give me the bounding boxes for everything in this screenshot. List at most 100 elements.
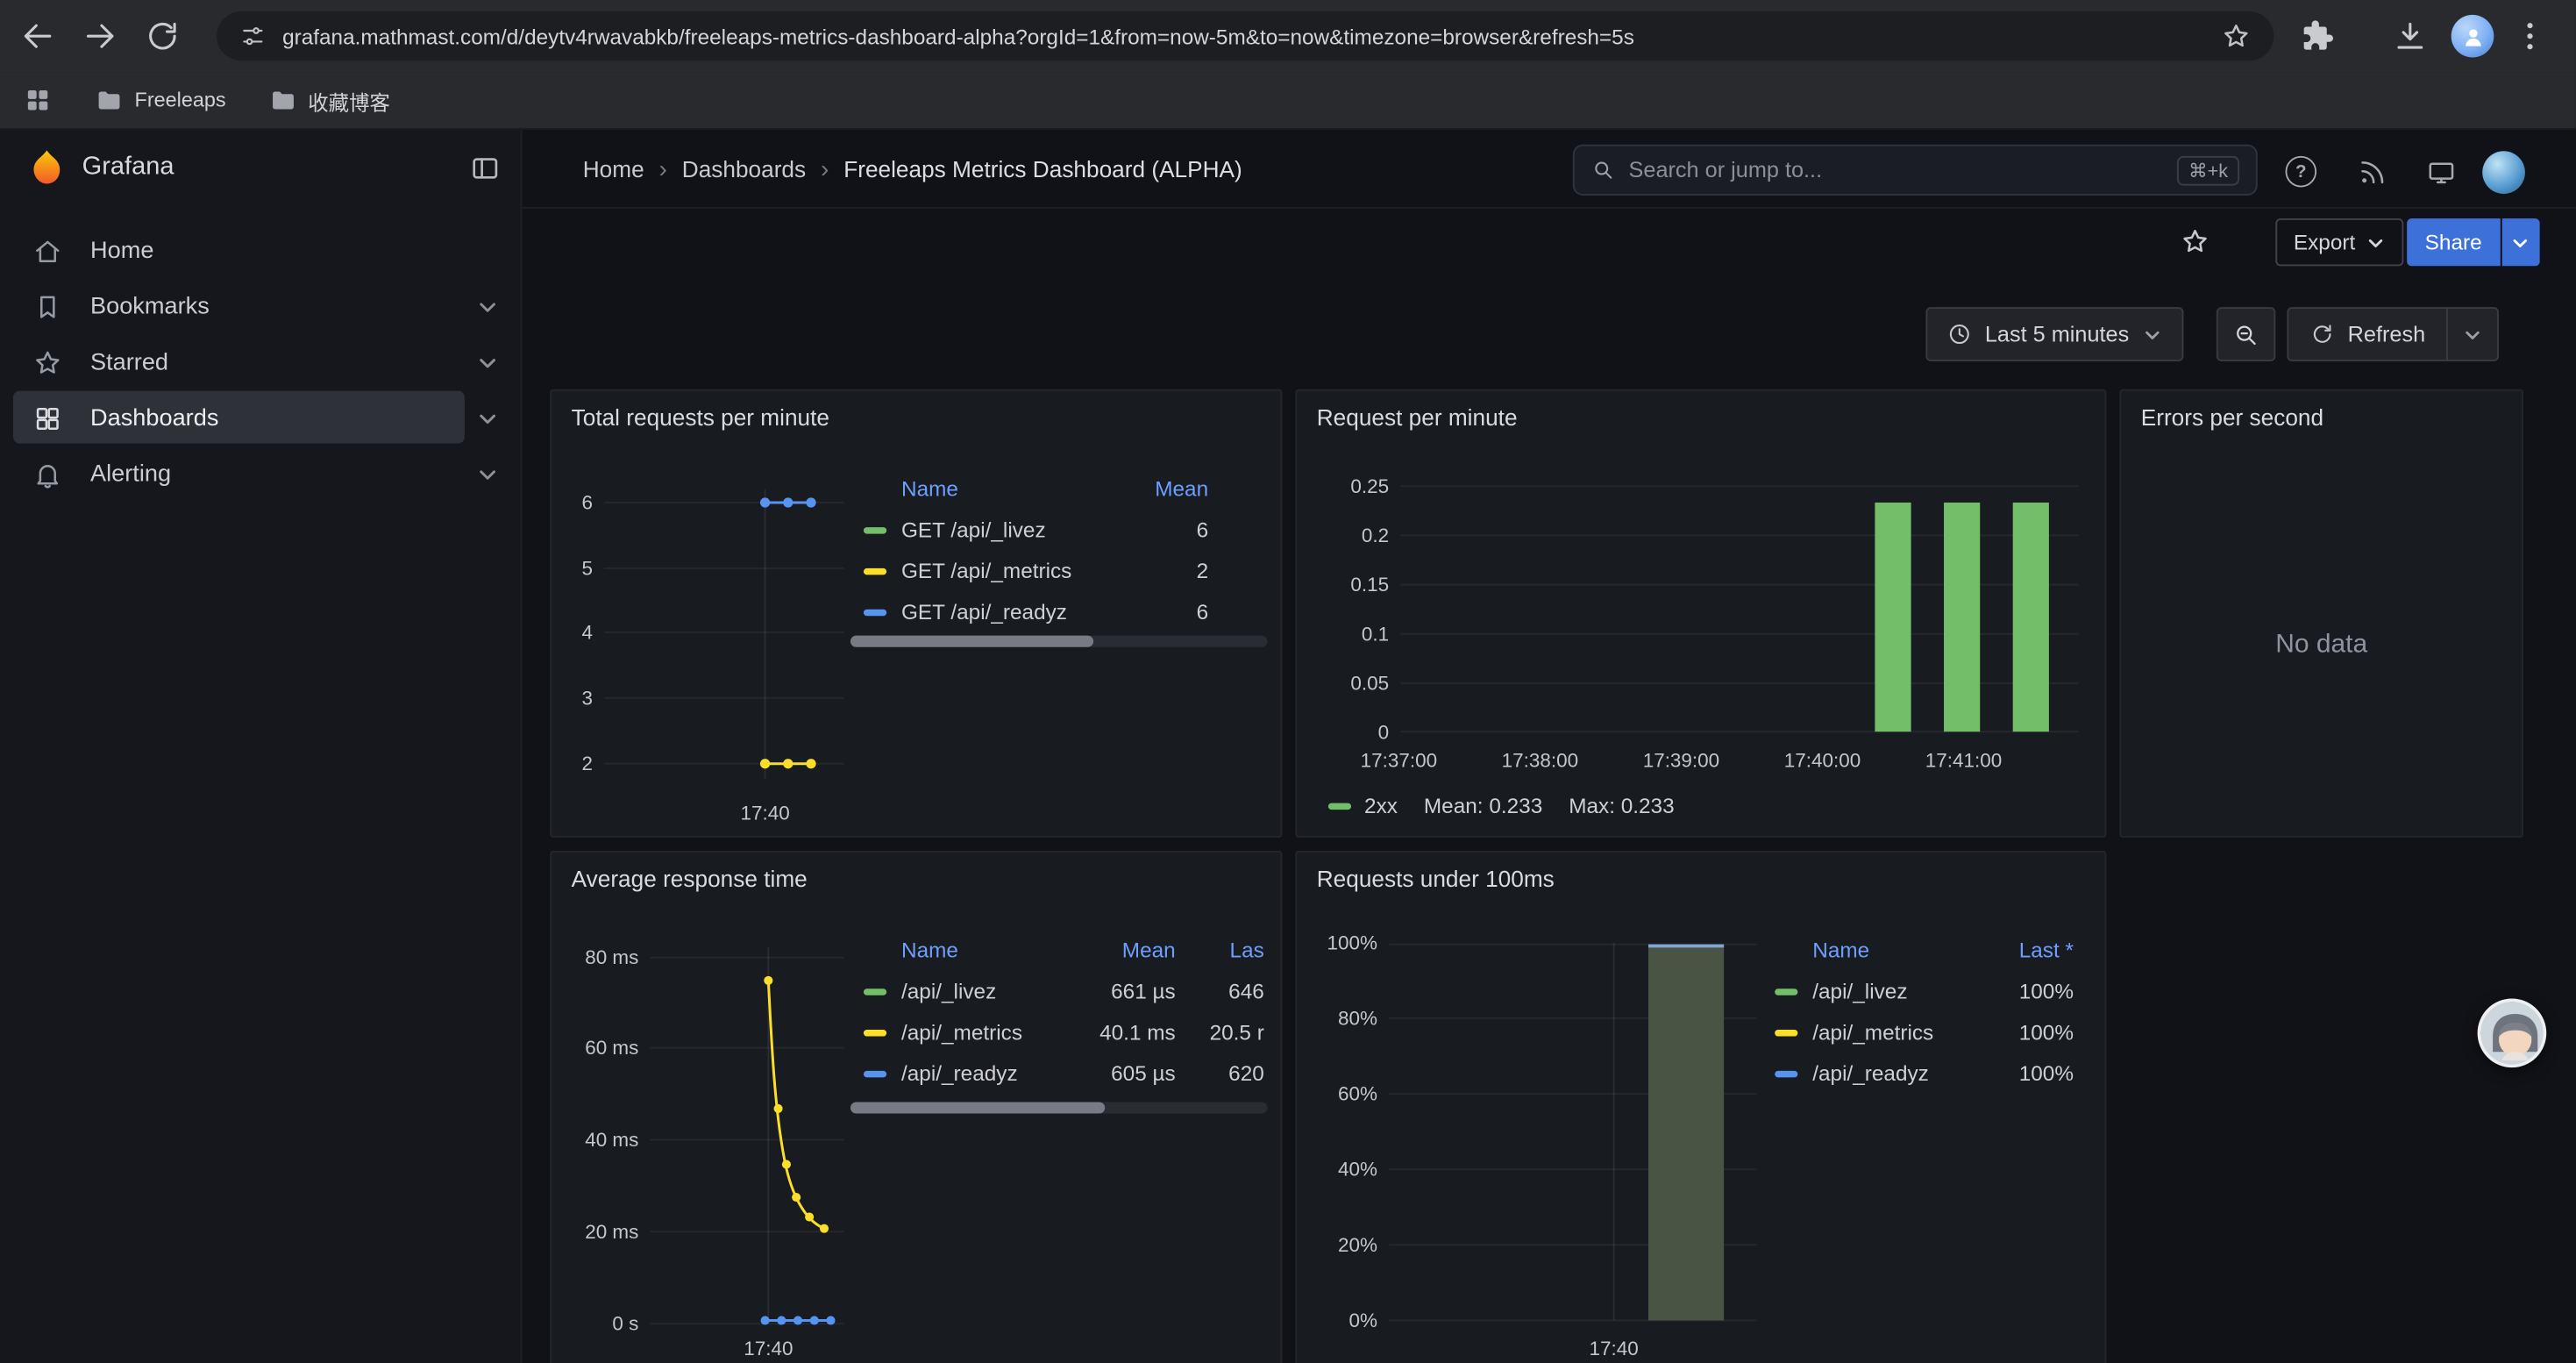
- x-tick: 17:40: [732, 802, 798, 824]
- y-tick: 60 ms: [551, 1037, 638, 1060]
- legend-row: /api/_livez 661 µs 646: [850, 971, 1268, 1012]
- chevron-down-icon[interactable]: [476, 296, 499, 318]
- brand-name: Grafana: [82, 153, 174, 182]
- browser-profile-avatar[interactable]: [2451, 15, 2494, 58]
- panel-under-100ms: Requests under 100ms 100% 80% 60% 40% 20…: [1295, 851, 2106, 1363]
- breadcrumb-dashboards[interactable]: Dashboards: [682, 156, 806, 182]
- url-input[interactable]: [282, 24, 2205, 48]
- legend-row: /api/_livez 100%: [1761, 971, 2087, 1012]
- series-swatch: [864, 988, 886, 994]
- legend-header-name[interactable]: Name: [901, 937, 1061, 961]
- extensions-icon[interactable]: [2299, 18, 2335, 54]
- sidebar-item-starred[interactable]: Starred: [0, 339, 522, 388]
- series-last: 100%: [1989, 1061, 2074, 1086]
- legend-row: /api/_readyz 100%: [1761, 1053, 2087, 1094]
- share-button[interactable]: Share: [2407, 218, 2539, 266]
- site-info-icon[interactable]: [239, 23, 266, 49]
- dock-menu-icon[interactable]: [470, 153, 502, 184]
- scrollbar-thumb[interactable]: [850, 636, 1093, 647]
- legend-header-mean[interactable]: Mean: [1061, 937, 1176, 961]
- search-bar[interactable]: ⌘+k: [1573, 145, 2258, 196]
- panel-legend: Name Mean Las /api/_livez 661 µs 646 /ap…: [850, 928, 1268, 1094]
- legend-row: GET /api/_metrics 2: [850, 550, 1268, 591]
- legend-header-name[interactable]: Name: [901, 475, 1093, 500]
- series-name[interactable]: /api/_readyz: [901, 1061, 1061, 1086]
- series-name[interactable]: GET /api/_metrics: [901, 559, 1093, 583]
- reload-icon[interactable]: [145, 18, 181, 54]
- y-tick: 0.1: [1297, 623, 1389, 646]
- downloads-icon[interactable]: [2392, 18, 2428, 54]
- sidebar-item-alerting[interactable]: Alerting: [0, 450, 522, 499]
- legend-scrollbar[interactable]: [850, 1102, 1268, 1113]
- x-tick: 17:40: [1573, 1337, 1655, 1359]
- series-name[interactable]: /api/_livez: [901, 979, 1061, 1003]
- scrollbar-thumb[interactable]: [850, 1102, 1105, 1113]
- folder-icon: [268, 86, 296, 114]
- refresh-button[interactable]: Refresh: [2288, 309, 2446, 360]
- series-name[interactable]: GET /api/_readyz: [901, 599, 1093, 624]
- legend-scrollbar[interactable]: [850, 636, 1268, 647]
- breadcrumb: Home › Dashboards › Freeleaps Metrics Da…: [583, 130, 1242, 209]
- legend-header-name[interactable]: Name: [1812, 937, 1978, 961]
- bookmarks-bar: Freeleaps 收藏博客: [0, 72, 2576, 130]
- time-range-picker[interactable]: Last 5 minutes: [1925, 307, 2183, 361]
- browser-menu-icon[interactable]: [2512, 18, 2548, 54]
- series-name[interactable]: GET /api/_livez: [901, 517, 1093, 542]
- sidebar-item-label: Dashboards: [90, 394, 218, 443]
- floating-avatar-widget[interactable]: [2478, 998, 2547, 1067]
- panel-title[interactable]: Average response time: [572, 866, 808, 892]
- sidebar-item-label: Alerting: [90, 450, 171, 499]
- panel-title[interactable]: Total requests per minute: [572, 404, 829, 431]
- chevron-down-icon: [2142, 325, 2161, 344]
- panel-title[interactable]: Requests under 100ms: [1317, 866, 1555, 892]
- forward-icon[interactable]: [82, 18, 118, 54]
- legend-header-last[interactable]: Las: [1185, 937, 1264, 961]
- sidebar-item-dashboards[interactable]: Dashboards: [0, 394, 522, 443]
- series-name[interactable]: /api/_livez: [1812, 979, 1978, 1003]
- favorite-star-icon[interactable]: [2181, 226, 2210, 256]
- avatar-illustration: [2480, 1002, 2546, 1067]
- url-bar[interactable]: [217, 11, 2274, 61]
- legend-header: Name Mean Las: [850, 928, 1268, 971]
- legend-header-last[interactable]: Last *: [1989, 937, 2074, 961]
- breadcrumb-home[interactable]: Home: [583, 156, 644, 182]
- export-button[interactable]: Export: [2275, 218, 2402, 266]
- legend-header-mean[interactable]: Mean: [1093, 475, 1208, 500]
- y-tick: 6: [551, 491, 593, 514]
- series-max: Max: 0.233: [1569, 793, 1674, 817]
- refresh-button-group[interactable]: Refresh: [2287, 307, 2499, 361]
- sidebar-item-home[interactable]: Home: [0, 226, 522, 275]
- rss-news-icon[interactable]: [2358, 158, 2387, 188]
- chevron-down-icon[interactable]: [476, 352, 499, 375]
- zoom-out-button[interactable]: [2217, 307, 2275, 361]
- chevron-down-icon[interactable]: [476, 407, 499, 430]
- share-label[interactable]: Share: [2407, 218, 2500, 266]
- refresh-interval-chevron[interactable]: [2448, 325, 2497, 344]
- y-tick: 40%: [1297, 1158, 1377, 1181]
- y-tick: 0.25: [1297, 475, 1389, 497]
- bookmark-folder-freeleaps[interactable]: Freeleaps: [96, 86, 226, 114]
- search-input[interactable]: [1629, 158, 2164, 182]
- legend-item[interactable]: 2xx: [1328, 793, 1398, 817]
- dashboards-grid-icon: [32, 404, 62, 434]
- grafana-logo[interactable]: [26, 148, 68, 189]
- chevron-down-icon[interactable]: [476, 463, 499, 486]
- user-avatar[interactable]: [2482, 151, 2525, 194]
- back-icon[interactable]: [19, 18, 55, 54]
- series-name[interactable]: /api/_readyz: [1812, 1061, 1978, 1086]
- sidebar-item-bookmarks[interactable]: Bookmarks: [0, 282, 522, 332]
- bookmark-star-icon[interactable]: [2221, 21, 2251, 51]
- series-name[interactable]: /api/_metrics: [901, 1020, 1061, 1045]
- bookmark-folder-blog[interactable]: 收藏博客: [268, 84, 390, 116]
- legend-row: GET /api/_livez 6: [850, 509, 1268, 550]
- monitor-icon[interactable]: [2427, 158, 2457, 188]
- panel-title[interactable]: Errors per second: [2141, 404, 2323, 431]
- share-dropdown-chevron[interactable]: [2501, 218, 2539, 266]
- series-name[interactable]: /api/_metrics: [1812, 1020, 1978, 1045]
- sidebar-item-label: Bookmarks: [90, 282, 210, 332]
- zoom-out-icon: [2233, 321, 2259, 347]
- apps-grid-icon[interactable]: [23, 85, 53, 115]
- search-shortcut-badge: ⌘+k: [2177, 155, 2239, 185]
- help-icon[interactable]: ?: [2286, 156, 2317, 188]
- panel-title[interactable]: Request per minute: [1317, 404, 1518, 431]
